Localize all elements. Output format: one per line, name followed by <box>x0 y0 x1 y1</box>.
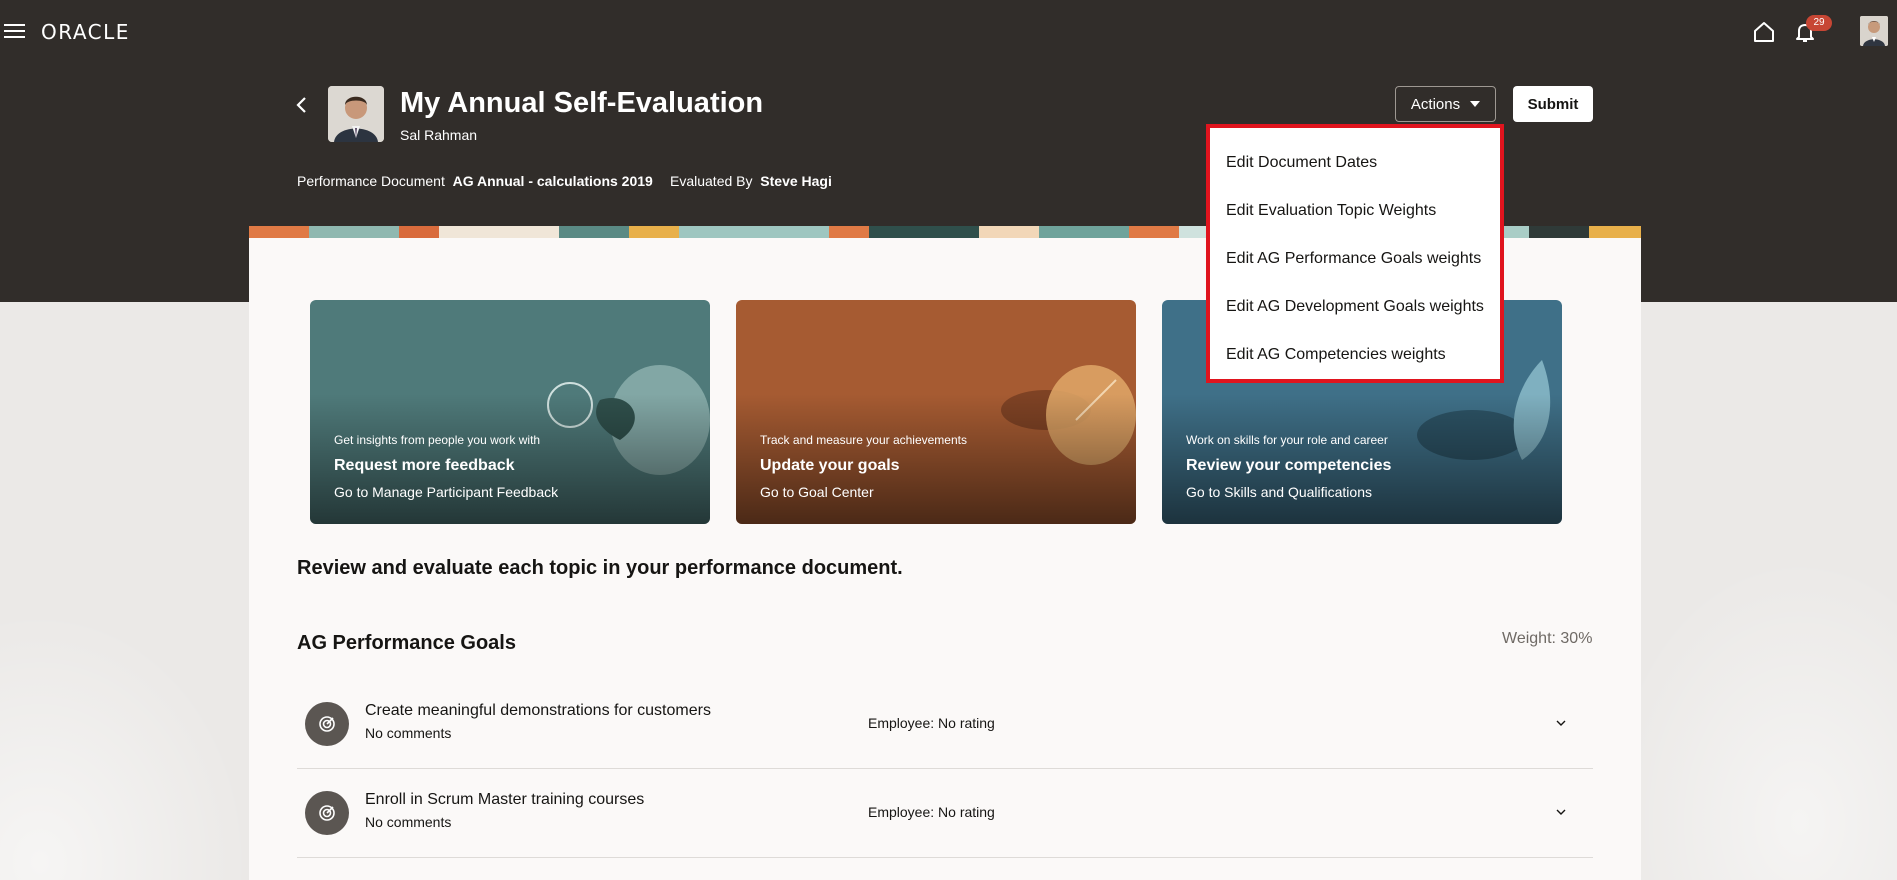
chevron-down-icon[interactable] <box>1554 805 1568 819</box>
submit-button[interactable]: Submit <box>1513 86 1593 122</box>
employee-photo <box>328 86 384 142</box>
hamburger-icon[interactable] <box>4 22 26 40</box>
card-kicker: Track and measure your achievements <box>760 433 967 447</box>
user-avatar[interactable] <box>1860 16 1888 46</box>
goal-row[interactable]: Create meaningful demonstrations for cus… <box>297 680 1593 769</box>
home-icon[interactable] <box>1752 20 1776 44</box>
menu-item-edit-evaluation-topic-weights[interactable]: Edit Evaluation Topic Weights <box>1226 202 1436 220</box>
goal-title: Create meaningful demonstrations for cus… <box>365 702 711 719</box>
evaluator-label: Evaluated By <box>670 173 753 189</box>
goal-title: Enroll in Scrum Master training courses <box>365 791 645 808</box>
actions-button-label: Actions <box>1410 95 1461 113</box>
performance-document-meta: Performance Document AG Annual - calcula… <box>297 173 653 189</box>
page-title: My Annual Self-Evaluation <box>400 87 764 119</box>
section-weight: Weight: 30% <box>1502 630 1593 647</box>
menu-item-edit-competencies-weights[interactable]: Edit AG Competencies weights <box>1226 346 1446 364</box>
card-request-feedback[interactable]: Get insights from people you work with R… <box>310 300 710 524</box>
caret-down-icon <box>1470 101 1481 107</box>
actions-button[interactable]: Actions <box>1395 86 1496 122</box>
notification-badge: 29 <box>1806 15 1832 31</box>
chevron-down-icon[interactable] <box>1554 716 1568 730</box>
card-title: Request more feedback <box>334 457 515 474</box>
evaluator-meta: Evaluated By Steve Hagi <box>670 173 832 189</box>
section-title: AG Performance Goals <box>297 632 516 654</box>
menu-item-edit-performance-goals-weights[interactable]: Edit AG Performance Goals weights <box>1226 250 1481 268</box>
performance-document-label: Performance Document <box>297 173 445 189</box>
menu-item-edit-document-dates[interactable]: Edit Document Dates <box>1226 154 1377 172</box>
card-link[interactable]: Go to Manage Participant Feedback <box>334 484 558 500</box>
card-link[interactable]: Go to Skills and Qualifications <box>1186 484 1372 500</box>
oracle-logo[interactable]: ORACLE <box>41 20 130 44</box>
top-bar: ORACLE 29 <box>0 0 1897 64</box>
card-title: Review your competencies <box>1186 457 1392 474</box>
goal-comment: No comments <box>365 725 452 741</box>
menu-item-edit-development-goals-weights[interactable]: Edit AG Development Goals weights <box>1226 298 1484 316</box>
evaluator-value: Steve Hagi <box>760 173 832 189</box>
goal-rating: Employee: No rating <box>868 715 995 731</box>
employee-name: Sal Rahman <box>400 127 478 143</box>
goal-rating: Employee: No rating <box>868 804 995 820</box>
goal-comment: No comments <box>365 814 452 830</box>
performance-document-value: AG Annual - calculations 2019 <box>452 173 653 189</box>
target-icon <box>305 702 349 746</box>
goal-row[interactable]: Enroll in Scrum Master training courses … <box>297 769 1593 858</box>
card-title: Update your goals <box>760 457 900 474</box>
card-update-goals[interactable]: Track and measure your achievements Upda… <box>736 300 1136 524</box>
back-icon[interactable] <box>292 94 312 116</box>
card-link[interactable]: Go to Goal Center <box>760 484 874 500</box>
instructions-text: Review and evaluate each topic in your p… <box>297 557 903 579</box>
actions-menu: Edit Document Dates Edit Evaluation Topi… <box>1206 124 1504 383</box>
target-icon <box>305 791 349 835</box>
card-kicker: Work on skills for your role and career <box>1186 433 1388 447</box>
card-kicker: Get insights from people you work with <box>334 433 541 447</box>
